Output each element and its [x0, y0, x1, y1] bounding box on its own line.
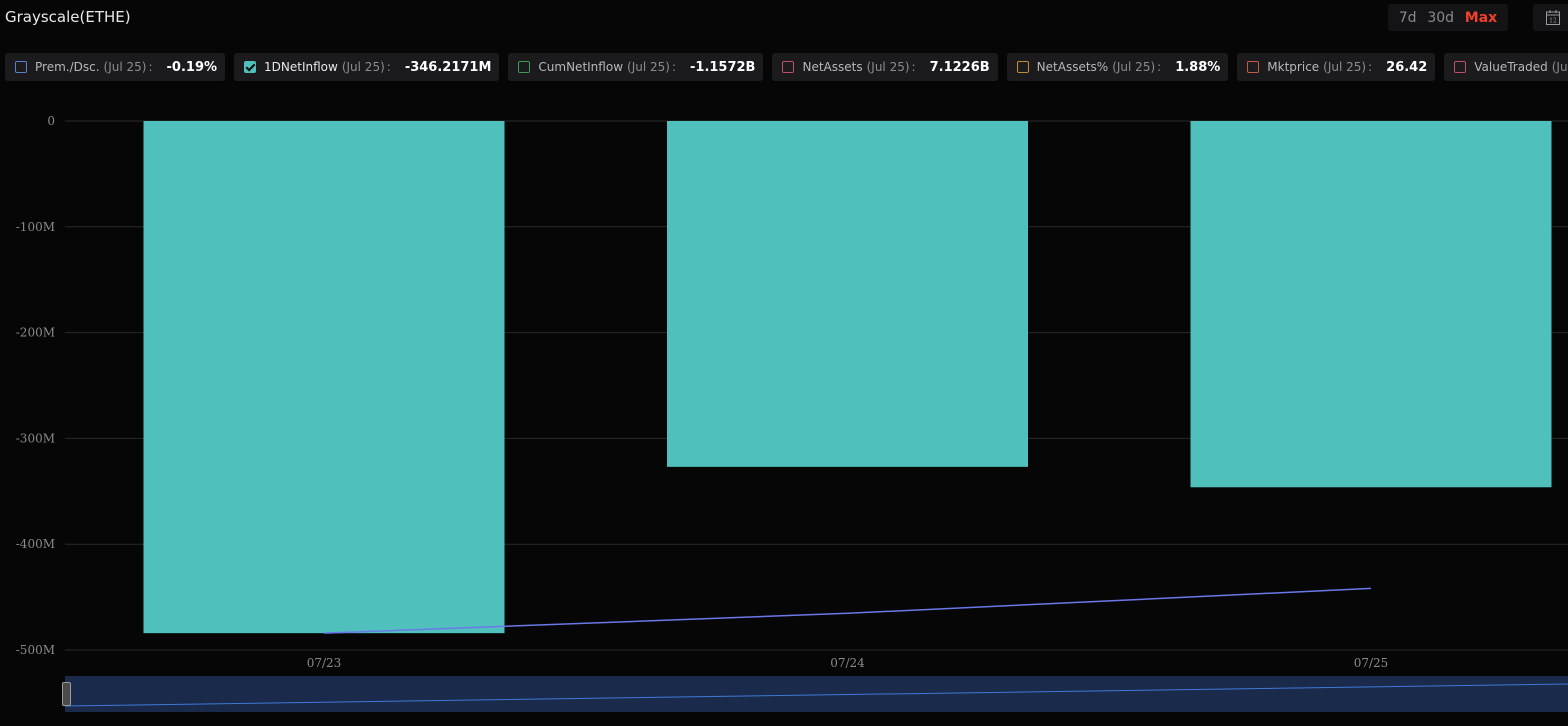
legend-separator: : — [1157, 60, 1162, 74]
y-tick-label: -300M — [16, 431, 55, 445]
legend-chip-mktprice[interactable]: Mktprice (Jul 25):26.42 — [1237, 53, 1436, 81]
y-tick-label: -100M — [16, 220, 55, 234]
y-tick-label: 0 — [47, 114, 55, 128]
legend-value: -0.19% — [166, 59, 218, 75]
calendar-icon: 12 — [1546, 10, 1560, 25]
svg-text:12: 12 — [1549, 18, 1557, 25]
legend-date: (Jul 25) — [866, 60, 910, 74]
bar — [667, 121, 1028, 467]
range-max-button[interactable]: Max — [1465, 10, 1497, 26]
legend-separator: : — [911, 60, 916, 74]
legend-separator: : — [671, 60, 676, 74]
legend-chip-netassets[interactable]: NetAssets (Jul 25):7.1226B — [772, 53, 998, 81]
checkbox-icon[interactable] — [518, 61, 531, 73]
checkbox-icon[interactable] — [1247, 61, 1260, 73]
legend-separator: : — [148, 60, 153, 74]
legend-separator: : — [386, 60, 391, 74]
legend-date: (Jul 25) — [627, 60, 670, 74]
legend-date: (Jul 25) — [341, 60, 385, 74]
legend-label: NetAssets — [802, 60, 863, 74]
legend-value: -1.1572B — [690, 59, 756, 75]
bar — [143, 121, 505, 634]
legend-label: ValueTraded — [1474, 60, 1548, 74]
range-30d-button[interactable]: 30d — [1427, 10, 1454, 26]
page-title: Grayscale(ETHE) — [5, 8, 131, 26]
legend-separator: : — [1368, 60, 1373, 74]
y-tick-label: -200M — [16, 326, 55, 340]
legend-value: 1.88% — [1175, 59, 1221, 75]
x-tick-label: 07/23 — [307, 656, 342, 670]
legend-chip-cumnetinflow[interactable]: CumNetInflow (Jul 25): -1.1572B — [508, 53, 764, 81]
legend-value: 7.1226B — [929, 59, 990, 75]
legend-label: 1DNetInflow — [264, 60, 338, 74]
checkbox-icon[interactable] — [1016, 61, 1029, 73]
range-7d-button[interactable]: 7d — [1399, 10, 1417, 26]
x-tick-label: 07/25 — [1354, 656, 1389, 670]
checkbox-icon[interactable] — [782, 61, 795, 73]
legend-label: NetAssets% — [1036, 60, 1109, 74]
legend-label: CumNetInflow — [538, 60, 624, 74]
inflow-chart: 0 -100M -200M -300M -400M -500M 07/23 07/24 07/2… — [16, 114, 1568, 670]
legend-date: (Jul 25) — [1112, 60, 1156, 74]
legend-value: -346.2171M — [404, 59, 492, 75]
navigator-handle[interactable] — [62, 682, 71, 706]
range-navigator[interactable] — [62, 676, 1568, 712]
legend-chip-netassets[interactable]: NetAssets% (Jul 25):1.88% — [1006, 53, 1229, 81]
legend-date: (Jul 25) — [1323, 60, 1367, 74]
checkbox-icon[interactable] — [1454, 61, 1467, 73]
legend-label: Mktprice — [1267, 60, 1320, 74]
legend-chip-prem-dsc[interactable]: Prem./Dsc. (Jul 25): -0.19% — [5, 53, 226, 81]
checkbox-checked-icon[interactable] — [244, 61, 257, 73]
legend-chip-1dnetinflow[interactable]: 1DNetInflow (Jul 25): -346.2171M — [234, 53, 500, 81]
y-tick-label: -400M — [16, 537, 55, 551]
y-tick-label: -500M — [16, 643, 55, 657]
bar — [1190, 121, 1552, 488]
legend-label: Prem./Dsc. — [35, 60, 100, 74]
series-legend: Prem./Dsc. (Jul 25): -0.19% 1DNetInflow (Jul… — [5, 53, 1568, 81]
legend-date: (Jul 25) — [1551, 60, 1568, 74]
time-range-selector: 7d 30d Max — [1388, 4, 1508, 31]
x-tick-label: 07/24 — [830, 656, 865, 670]
legend-value: 26.42 — [1386, 59, 1428, 75]
navigator-preview — [65, 683, 1568, 707]
legend-date: (Jul 25) — [103, 60, 147, 74]
calendar-button[interactable]: 12 — [1533, 4, 1568, 31]
checkbox-icon[interactable] — [15, 61, 27, 73]
legend-chip-valuetraded[interactable]: ValueTraded(Jul 25): — [1444, 53, 1568, 81]
